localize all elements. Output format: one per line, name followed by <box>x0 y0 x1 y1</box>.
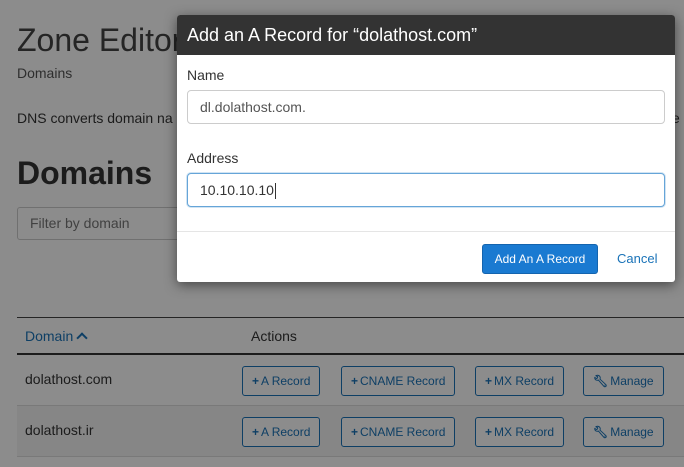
add-a-record-button[interactable]: Add An A Record <box>482 244 598 274</box>
address-label: Address <box>187 150 239 166</box>
name-input[interactable]: dl.dolathost.com. <box>187 90 665 124</box>
dialog-body: Name dl.dolathost.com. Address 10.10.10.… <box>177 55 675 232</box>
address-input[interactable]: 10.10.10.10 <box>187 173 665 207</box>
dialog-footer: Add An A Record Cancel <box>177 232 675 282</box>
dialog-title: Add an A Record for “dolathost.com” <box>177 15 675 55</box>
cancel-button[interactable]: Cancel <box>617 251 657 266</box>
text-cursor <box>274 183 276 200</box>
address-value: 10.10.10.10 <box>200 182 274 198</box>
add-a-record-dialog: Add an A Record for “dolathost.com” Name… <box>177 15 675 282</box>
name-label: Name <box>187 67 225 83</box>
